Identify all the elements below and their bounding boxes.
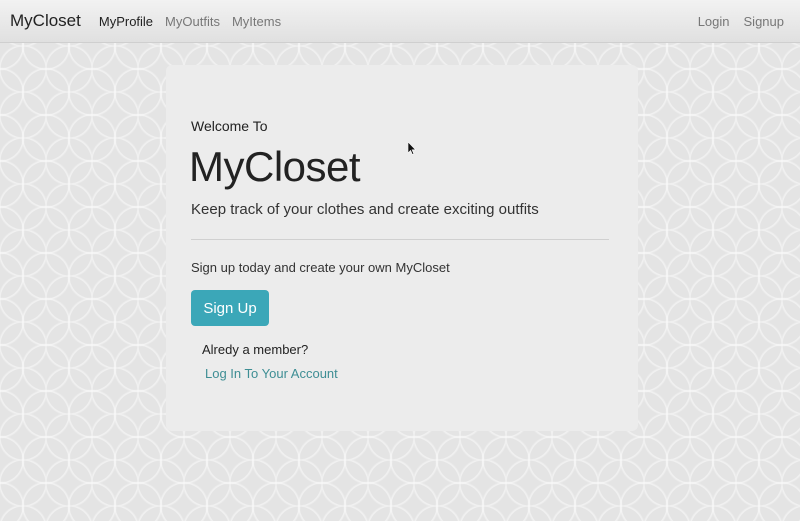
navbar: MyCloset MyProfile MyOutfits MyItems Log… bbox=[0, 0, 800, 43]
nav-signup[interactable]: Signup bbox=[744, 14, 784, 29]
signup-prompt: Sign up today and create your own MyClos… bbox=[191, 260, 450, 275]
mouse-cursor-icon bbox=[408, 142, 416, 155]
nav-login[interactable]: Login bbox=[698, 14, 730, 29]
nav-links: MyProfile MyOutfits MyItems bbox=[99, 14, 293, 29]
sign-up-button[interactable]: Sign Up bbox=[191, 290, 269, 326]
nav-myprofile[interactable]: MyProfile bbox=[99, 14, 153, 29]
nav-myitems[interactable]: MyItems bbox=[232, 14, 281, 29]
nav-auth-links: Login Signup bbox=[684, 14, 784, 29]
nav-myoutfits[interactable]: MyOutfits bbox=[165, 14, 220, 29]
page-title: MyCloset bbox=[189, 143, 361, 190]
member-text: Alredy a member? bbox=[202, 342, 309, 357]
welcome-text: Welcome To bbox=[191, 118, 268, 134]
login-account-link[interactable]: Log In To Your Account bbox=[205, 366, 338, 381]
brand-link[interactable]: MyCloset bbox=[10, 11, 81, 31]
welcome-panel: Welcome To MyCloset Keep track of your c… bbox=[166, 65, 638, 431]
tagline: Keep track of your clothes and create ex… bbox=[191, 201, 539, 218]
divider bbox=[191, 239, 609, 240]
